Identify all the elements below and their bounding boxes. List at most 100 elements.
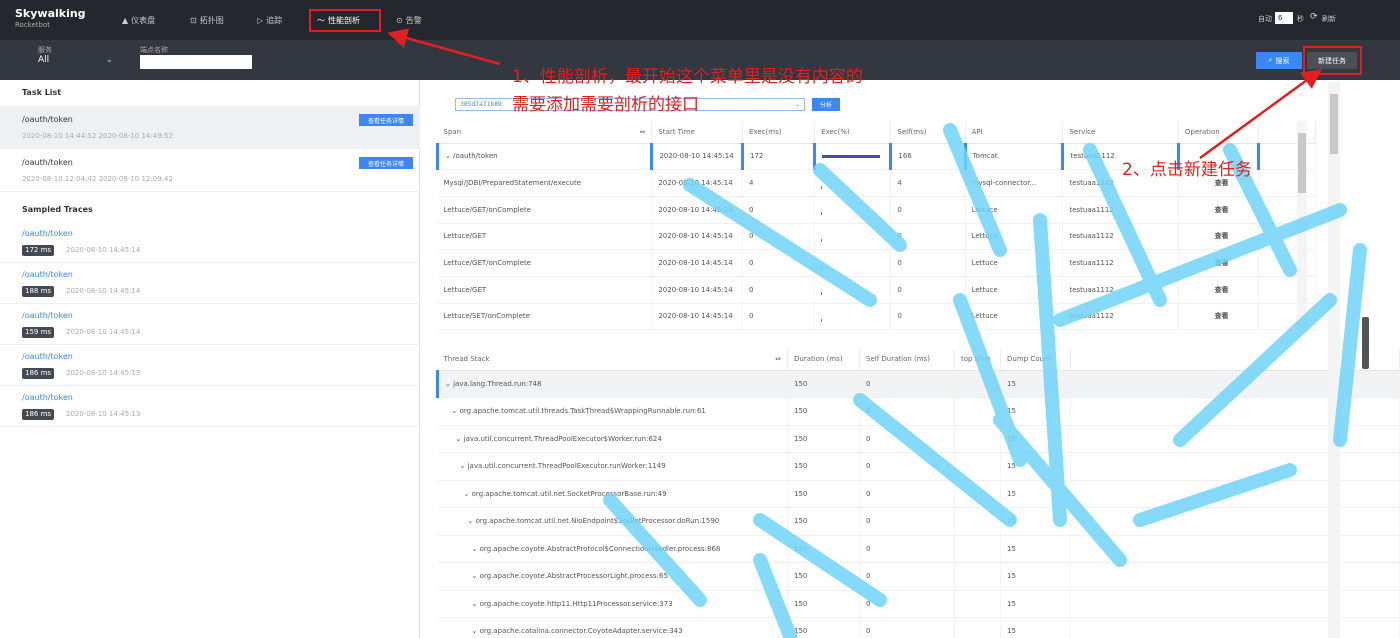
thread-stack-row[interactable]: ⌄ java.util.concurrent.ThreadPoolExecuto… [437,425,1400,453]
main-scrollbar[interactable] [1328,82,1340,638]
duration-badge: 159 ms [22,327,55,338]
api: mysql-connector... [965,169,1064,197]
view-link[interactable]: 查看 [1178,276,1260,304]
service: testuaa1112 [1062,303,1179,331]
top-slow-cell [954,370,1001,398]
thread-stack-row[interactable]: ⌄ org.apache.tomcat.util.threads.TaskThr… [437,397,1400,426]
analyze-button[interactable]: 分析 [812,98,840,111]
nav-topology[interactable]: ⊡ 拓扑图 [190,13,224,27]
search-button[interactable]: ⌕ 搜索 [1256,52,1302,69]
span-row[interactable]: Lettuce/GET 2020-08-10 14:45:14 0 0 Lettuce t… [437,223,1316,251]
top-slow-toggle[interactable]: top slow [954,349,1001,371]
column-header: Duration (ms) [787,349,860,371]
duration: 150 [787,617,860,638]
duration: 150 [787,507,860,536]
duration: 150 [787,397,860,426]
auto-refresh-label[interactable]: 自动 [1258,14,1272,24]
exec-ms: 0 [742,223,816,251]
view-task-detail-button[interactable]: 查看任务详情 [359,157,413,169]
thread-stack-row[interactable]: ⌄ org.apache.catalina.connector.CoyoteAd… [437,617,1400,638]
endpoint-input[interactable] [140,55,252,69]
thread-stack-row[interactable]: ⌄ org.apache.coyote.http11.Http11Process… [437,590,1400,618]
resize-icon[interactable]: ⇔ [775,355,781,363]
nav-alarm[interactable]: ⊙ 告警 [396,13,422,27]
top-slow-cell [954,480,1001,508]
refresh-button[interactable]: 刷新 [1322,14,1336,24]
nav-profile[interactable]: 〜 性能剖析 [309,9,381,32]
dump-count: 15 [1000,480,1071,508]
reload-icon[interactable]: ⟳ [1310,12,1318,22]
thread-stack-row[interactable]: ⌄ org.apache.coyote.AbstractProtocol$Con… [437,535,1400,563]
nav-dashboard[interactable]: ▲ 仪表盘 [122,13,155,27]
trace-item[interactable]: /oauth/token 188 ms 2020-08-10 14:45:14 [0,264,420,304]
spacer-cell [1070,535,1400,563]
span-row[interactable]: Lettuce/GET/onComplete 2020-08-10 14:45:1… [437,249,1316,277]
scroll-thumb[interactable] [1330,94,1338,154]
view-link[interactable]: 查看 [1178,223,1260,251]
stack-frame: ⌄ org.apache.coyote.http11.Http11Process… [437,590,788,618]
new-task-button[interactable]: 新建任务 [1307,52,1357,69]
trace-time: 2020-08-10 14:45:14 [66,287,141,295]
top-slow-cell [954,507,1001,536]
nav-trace[interactable]: ▷ 追踪 [257,13,282,27]
thread-stack-row[interactable]: ⌄ org.apache.tomcat.util.net.NioEndpoint… [437,507,1400,536]
self-duration: 0 [859,370,955,398]
column-header: Service [1062,121,1179,144]
top-slow-cell [954,562,1001,591]
duration-badge: 186 ms [22,409,55,420]
task-item[interactable]: /oauth/token 2020-08-10 14:44:52 2020-08… [0,106,420,149]
exec-percent-cell [814,169,892,197]
span-row[interactable]: Lettuce/GET 2020-08-10 14:45:14 0 0 Lettuce t… [437,276,1316,304]
view-link[interactable]: 查看 [1178,249,1260,277]
service-select[interactable]: All [38,55,49,65]
column-header [1070,349,1400,371]
span-name: Lettuce/GET/onComplete [437,196,653,224]
thread-stack-row[interactable]: ⌄ java.util.concurrent.ThreadPoolExecuto… [437,452,1400,481]
view-link[interactable]: 查看 [1178,196,1260,224]
resize-icon[interactable]: ⇔ [639,128,645,136]
exec-ms: 0 [742,249,816,277]
side-drawer-handle[interactable] [1362,317,1369,369]
chevron-down-icon[interactable]: ⌄ [106,55,113,64]
view-link[interactable]: 查看 [1178,303,1260,331]
span-name: Lettuce/GET [437,223,653,251]
column-header: Self Duration (ms) [859,349,955,371]
column-header: Operation [1178,121,1260,144]
logo[interactable]: Skywalking Rocketbot [15,7,86,29]
thread-stack-row[interactable]: ⌄ org.apache.tomcat.util.net.SocketProce… [437,480,1400,508]
column-header: Start Time [651,121,744,144]
view-task-detail-button[interactable]: 查看任务详情 [359,114,413,126]
exec-percent-cell [814,303,892,331]
self-ms: 166 [889,143,966,171]
dump-count: 15 [1000,452,1071,481]
trace-item[interactable]: /oauth/token 172 ms 2020-08-10 14:45:14 [0,223,420,263]
thread-stack-row[interactable]: ⌄ java.lang.Thread.run:748 150 0 15 [436,370,1400,398]
self-duration: 0 [859,480,955,508]
stack-frame: ⌄ java.util.concurrent.ThreadPoolExecuto… [437,425,788,453]
spacer-cell [1070,397,1400,426]
span-table-scrollbar[interactable] [1297,121,1307,329]
span-row[interactable]: Lettuce/SET/onComplete 2020-08-10 14:45:1… [437,303,1316,331]
annotation-step2: 2、点击新建任务 [1122,160,1252,180]
trace-time: 2020-08-10 14:45:14 [66,246,141,254]
exec-percent-bar [821,318,823,322]
trace-item[interactable]: /oauth/token 186 ms 2020-08-10 14:45:13 [0,387,420,427]
api: Lettuce [965,223,1064,251]
thread-stack-table: Thread Stack ⇔ Duration (ms) Self Duratio… [436,349,1400,638]
task-item[interactable]: /oauth/token 2020-08-10 12:04:42 2020-08… [0,149,420,192]
span-table: Span ⇔ Start Time Exec(ms) Exec(%) Self(m… [435,121,1316,331]
top-slow-cell [954,452,1001,481]
nav-alarm-label: 告警 [405,15,422,25]
api: Lettuce [965,276,1064,304]
scroll-thumb[interactable] [1298,133,1306,193]
duration-badge: 172 ms [22,245,55,256]
api: Lettuce [965,249,1064,277]
trace-item[interactable]: /oauth/token 159 ms 2020-08-10 14:45:14 [0,305,420,345]
refresh-interval-input[interactable]: 6 [1275,12,1293,24]
logo-title: Skywalking [15,7,86,20]
span-row[interactable]: Lettuce/GET/onComplete 2020-08-10 14:45:1… [437,196,1316,224]
annotation-step1-line1: 1、性能剖析，最开始这个菜单里是没有内容的 [512,67,863,87]
thread-stack-row[interactable]: ⌄ org.apache.coyote.AbstractProcessorLig… [437,562,1400,591]
trace-item[interactable]: /oauth/token 186 ms 2020-08-10 14:45:13 [0,346,420,386]
duration: 150 [787,480,860,508]
